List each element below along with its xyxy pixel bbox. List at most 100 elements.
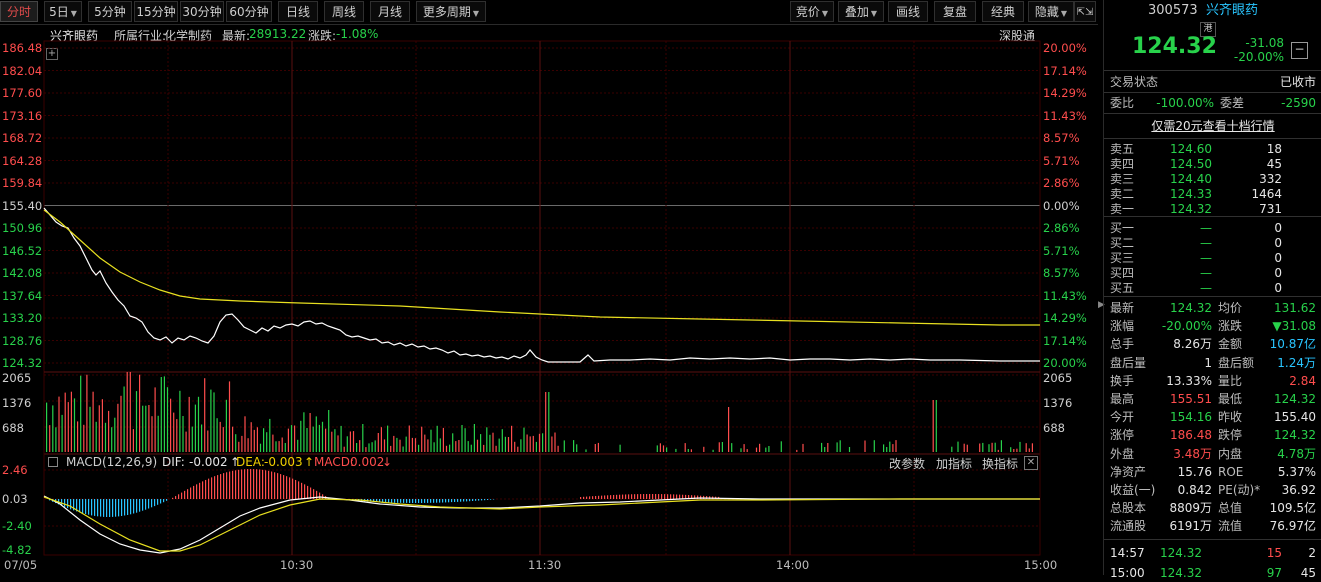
- volume-bar: [480, 434, 482, 452]
- volume-bar: [101, 399, 103, 452]
- volume-bar: [170, 398, 172, 452]
- minimize-icon[interactable]: −: [1291, 42, 1308, 59]
- stat-value: 0.842: [1177, 483, 1212, 497]
- average-price-line: [43, 209, 1040, 326]
- volume-bar: [414, 438, 417, 452]
- stock-name-link[interactable]: 兴齐眼药: [1206, 2, 1258, 20]
- volume-bar: [1013, 449, 1015, 452]
- stat-label: 盘后额: [1218, 355, 1255, 370]
- volume-bar: [476, 439, 479, 452]
- volume-bar: [427, 439, 429, 452]
- macd-bar: [595, 496, 597, 500]
- stat-label: 收益(一): [1110, 483, 1156, 497]
- time-label-start: 07/05: [4, 558, 38, 572]
- volume-bar: [126, 372, 128, 452]
- macd-bar: [622, 494, 624, 499]
- volume-bar: [132, 429, 134, 452]
- stat-row: 总股本 8809万 总值 109.5亿: [1104, 499, 1321, 517]
- volume-bar: [821, 442, 823, 452]
- macd-bar: [79, 499, 81, 513]
- macd-bar: [154, 499, 156, 507]
- price-tick-left: 168.72: [2, 131, 43, 145]
- volume-bar: [228, 381, 231, 452]
- volume-bar: [982, 442, 984, 452]
- stat-label: 总股本: [1110, 501, 1147, 516]
- price-tick-left: 150.96: [2, 221, 43, 235]
- volume-bar: [883, 444, 885, 452]
- volume-bar: [179, 390, 181, 452]
- switch-indicator-button[interactable]: 换指标: [982, 455, 1018, 472]
- volume-bar: [148, 405, 150, 452]
- volume-bar: [95, 421, 97, 452]
- stat-value: 36.92: [1281, 483, 1316, 497]
- macd-bar: [253, 469, 255, 499]
- stat-label: 涨跌: [1218, 319, 1243, 334]
- volume-bar: [235, 434, 237, 452]
- macd-bar: [670, 494, 672, 499]
- macd-bar: [178, 494, 180, 500]
- macd-bar: [601, 495, 603, 500]
- macd-bar: [472, 499, 474, 501]
- macd-bar: [181, 492, 183, 499]
- volume-bar: [445, 445, 448, 452]
- volume-bar: [383, 439, 386, 452]
- macd-bar: [487, 499, 489, 500]
- level10-link[interactable]: 仅需20元查看十档行情: [1104, 117, 1321, 135]
- macd-bar: [193, 485, 195, 500]
- add-indicator-button[interactable]: 加指标: [936, 455, 972, 472]
- volume-bar: [300, 420, 302, 452]
- trade-status-value: 已收市: [1279, 75, 1316, 89]
- stat-value: 3.48万: [1173, 446, 1212, 461]
- stat-label: 涨停: [1110, 428, 1135, 443]
- buy-volume: 0: [1274, 281, 1282, 295]
- volume-bar: [241, 435, 243, 452]
- volume-bar: [346, 436, 348, 452]
- volume-bar: [548, 392, 550, 452]
- macd-bar: [409, 499, 411, 503]
- macd-bar: [148, 499, 150, 509]
- stat-value: 6191万: [1169, 519, 1212, 534]
- volume-bar: [517, 446, 519, 452]
- macd-bar: [604, 495, 606, 499]
- volume-bar: [408, 425, 410, 452]
- volume-bar: [731, 443, 733, 452]
- volume-bar: [77, 421, 79, 452]
- volume-bar: [740, 448, 742, 452]
- tick-row: 15:00 124.32 97 45: [1104, 564, 1321, 582]
- macd-bar: [298, 481, 300, 499]
- macd-bar: [460, 499, 462, 502]
- volume-bar: [253, 429, 255, 452]
- macd-bar: [94, 499, 96, 516]
- macd-bar: [175, 496, 177, 499]
- macd-bar: [295, 479, 297, 499]
- stat-value: ▼31.08: [1272, 319, 1316, 334]
- macd-bar: [208, 478, 210, 500]
- volume-bar: [266, 432, 268, 452]
- dif-value: -0.002: [189, 455, 228, 469]
- volume-bar: [207, 430, 209, 452]
- edit-params-button[interactable]: 改参数: [889, 455, 925, 472]
- volume-bar: [64, 392, 66, 452]
- volume-bar: [290, 425, 293, 452]
- volume-bar: [108, 410, 110, 452]
- macd-bar: [418, 499, 420, 503]
- volume-bar: [402, 446, 404, 452]
- volume-bar: [765, 447, 767, 452]
- macd-bar: [625, 494, 627, 499]
- macd-value: 0.002: [350, 455, 385, 469]
- tick-time: 15:00: [1110, 566, 1145, 580]
- volume-bar: [511, 425, 513, 452]
- stat-value: 109.5亿: [1269, 501, 1316, 516]
- macd-bar: [202, 481, 204, 499]
- volume-bar: [486, 427, 488, 452]
- macd-bar: [217, 475, 219, 499]
- macd-bar: [667, 494, 669, 500]
- volume-bar: [315, 416, 317, 452]
- pct-tick-right: 11.43%: [1043, 288, 1087, 303]
- close-icon[interactable]: ✕: [1024, 456, 1038, 470]
- macd-toggle-icon[interactable]: [48, 457, 58, 467]
- pct-tick-right: 5.71%: [1043, 243, 1080, 258]
- macd-bar: [637, 494, 639, 500]
- macd-bar: [262, 469, 264, 500]
- volume-bar: [659, 443, 661, 452]
